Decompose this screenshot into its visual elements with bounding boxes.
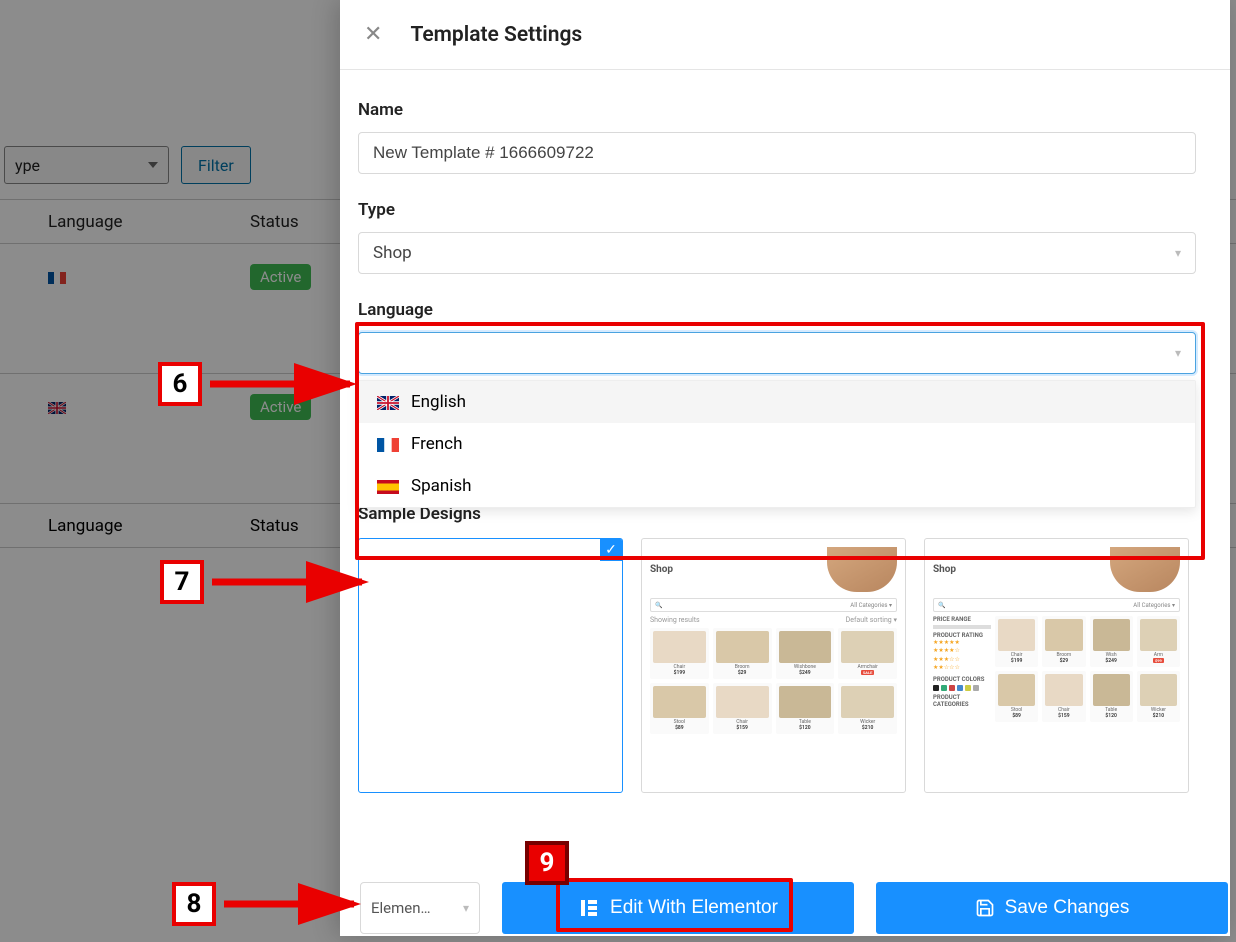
chair-image [1110, 547, 1180, 592]
arrow-right-icon [210, 362, 360, 406]
modal-footer: Elemen… ▾ Edit With Elementor Save Chang… [360, 882, 1228, 934]
thumb-searchbar: 🔍All Categories ▾ [933, 598, 1180, 612]
language-option-label: English [411, 392, 466, 412]
save-button-label: Save Changes [1005, 897, 1130, 919]
edit-with-elementor-button[interactable]: Edit With Elementor [502, 882, 854, 934]
chevron-down-icon: ▾ [463, 901, 469, 915]
annotation-callout-7: 7 [160, 560, 372, 604]
uk-flag-icon [377, 395, 399, 409]
annotation-number: 6 [158, 362, 202, 406]
name-input[interactable] [358, 132, 1196, 174]
editor-select-value: Elemen… [371, 899, 431, 917]
edit-button-label: Edit With Elementor [610, 897, 778, 919]
modal-title: Template Settings [410, 23, 582, 47]
arrow-right-icon [224, 882, 364, 926]
language-option-english[interactable]: English [359, 381, 1195, 423]
annotation-callout-9: 9 [525, 841, 569, 885]
language-label: Language [358, 300, 1196, 320]
save-changes-button[interactable]: Save Changes [876, 882, 1228, 934]
chevron-down-icon: ▾ [1175, 246, 1181, 260]
annotation-number: 7 [160, 560, 204, 604]
annotation-callout-8: 8 [172, 882, 364, 926]
language-option-french[interactable]: French [359, 423, 1195, 465]
annotation-number: 8 [172, 882, 216, 926]
elementor-icon [578, 897, 600, 919]
annotation-callout-6: 6 [158, 362, 360, 406]
annotation-number: 9 [525, 841, 569, 885]
arrow-right-icon [212, 560, 372, 604]
language-option-label: Spanish [411, 476, 472, 496]
chevron-down-icon: ▾ [1175, 346, 1181, 360]
language-dropdown: English French Spanish [358, 380, 1196, 508]
template-settings-modal: ✕ Template Settings Name Type Shop ▾ Lan… [340, 0, 1230, 936]
type-label: Type [358, 200, 1196, 220]
editor-select[interactable]: Elemen… ▾ [360, 882, 480, 934]
thumb-searchbar: 🔍All Categories ▾ [650, 598, 897, 612]
language-select[interactable]: ▾ [358, 332, 1196, 374]
language-option-spanish[interactable]: Spanish [359, 465, 1195, 507]
language-option-label: French [411, 434, 462, 454]
save-icon [975, 898, 995, 918]
french-flag-icon [377, 437, 399, 451]
thumb-title: Shop [650, 564, 673, 575]
close-icon[interactable]: ✕ [358, 16, 388, 53]
sample-design-blank[interactable]: ✓ [358, 538, 623, 793]
thumb-title: Shop [933, 564, 956, 575]
name-label: Name [358, 100, 1196, 120]
sample-design-shop-sidebar[interactable]: Shop 🔍All Categories ▾ PRICE RANGE PRODU… [924, 538, 1189, 793]
spanish-flag-icon [377, 479, 399, 493]
type-select-value: Shop [373, 243, 412, 263]
chair-image [827, 547, 897, 592]
checkmark-icon: ✓ [600, 539, 622, 561]
type-select[interactable]: Shop ▾ [358, 232, 1196, 274]
sample-design-shop-grid[interactable]: Shop 🔍All Categories ▾ Showing resultsDe… [641, 538, 906, 793]
